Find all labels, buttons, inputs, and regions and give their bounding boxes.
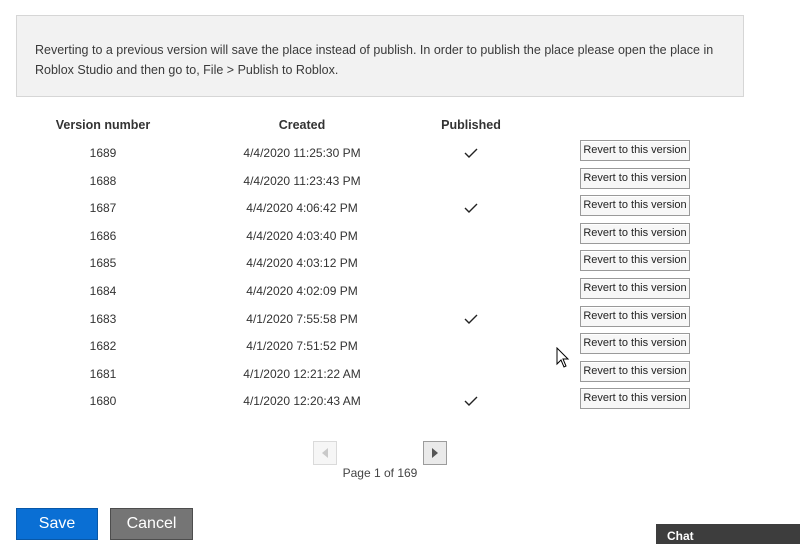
table-row: 1687 4/4/2020 4:06:42 PM Revert to this ve… [0, 195, 800, 225]
version-number-cell: 1681 [89, 366, 117, 381]
published-check-icon [464, 203, 478, 214]
revert-to-version-button[interactable]: Revert to this version [580, 222, 690, 244]
table-row: 1682 4/1/2020 7:51:52 PM Revert to this ve… [0, 333, 800, 363]
created-cell: 4/4/2020 4:03:12 PM [246, 256, 358, 271]
notice-text: Reverting to a previous version will sav… [35, 43, 714, 77]
revert-to-version-button[interactable]: Revert to this version [580, 360, 690, 382]
previous-page-button[interactable] [313, 441, 337, 465]
created-cell: 4/4/2020 4:06:42 PM [246, 201, 358, 216]
chevron-right-icon [432, 448, 438, 458]
version-number-cell: 1686 [89, 228, 117, 243]
version-number-cell: 1684 [89, 284, 117, 298]
chat-bar[interactable]: Chat [656, 524, 800, 544]
revert-to-version-button[interactable]: Revert to this version [580, 278, 690, 299]
version-number-cell: 1682 [89, 339, 117, 354]
version-number-cell: 1687 [89, 201, 117, 216]
header-version-number: Version number [55, 118, 151, 132]
table-row: 1683 4/1/2020 7:55:58 PM Revert to this ve… [0, 305, 800, 336]
created-cell: 4/1/2020 12:20:43 AM [243, 394, 361, 409]
header-published: Published [441, 118, 501, 132]
revert-to-version-button[interactable]: Revert to this version [580, 388, 690, 410]
revert-to-version-button[interactable]: Revert to this version [580, 140, 690, 161]
table-row: 1686 4/4/2020 4:03:40 PM Revert to this ve… [0, 222, 800, 253]
table-row: 1681 4/1/2020 12:21:22 AM Revert to this v… [0, 360, 800, 391]
version-number-cell: 1680 [89, 394, 117, 409]
created-cell: 4/4/2020 11:25:30 PM [243, 146, 361, 160]
created-cell: 4/4/2020 11:23:43 PM [243, 173, 361, 188]
chevron-left-icon [322, 448, 328, 458]
published-check-icon [464, 396, 478, 407]
published-check-icon [464, 148, 478, 158]
created-cell: 4/1/2020 7:51:52 PM [246, 339, 358, 354]
version-number-cell: 1685 [89, 256, 117, 271]
save-button[interactable]: Save [16, 508, 98, 540]
page-indicator: Page 1 of 169 [342, 466, 418, 480]
published-check-icon [464, 314, 478, 324]
created-cell: 4/4/2020 4:03:40 PM [246, 228, 358, 243]
created-cell: 4/1/2020 12:21:22 AM [243, 366, 361, 381]
table-row: 1685 4/4/2020 4:03:12 PM Revert to this ve… [0, 250, 800, 280]
version-number-cell: 1683 [89, 311, 117, 326]
revert-to-version-button[interactable]: Revert to this version [580, 250, 690, 272]
next-page-button[interactable] [423, 441, 447, 465]
revert-to-version-button[interactable]: Revert to this version [580, 333, 690, 355]
revert-to-version-button[interactable]: Revert to this version [580, 167, 690, 189]
created-cell: 4/4/2020 4:02:09 PM [246, 284, 358, 298]
cancel-button[interactable]: Cancel [110, 508, 193, 540]
revert-to-version-button[interactable]: Revert to this version [580, 305, 690, 327]
table-row: 1684 4/4/2020 4:02:09 PM Revert to this ve… [0, 278, 800, 308]
revert-to-version-button[interactable]: Revert to this version [580, 195, 690, 217]
version-number-cell: 1688 [89, 173, 117, 188]
table-row: 1688 4/4/2020 11:23:43 PM Revert to this v… [0, 167, 800, 198]
created-cell: 4/1/2020 7:55:58 PM [246, 311, 358, 326]
header-created: Created [278, 118, 326, 132]
mouse-cursor-icon [556, 347, 570, 368]
table-row: 1689 4/4/2020 11:25:30 PM Revert to this v… [0, 140, 800, 170]
chat-label: Chat [667, 529, 694, 543]
table-row: 1680 4/1/2020 12:20:43 AM Revert to this v… [0, 388, 800, 418]
version-number-cell: 1689 [89, 146, 117, 160]
revert-notice: Reverting to a previous version will sav… [16, 15, 744, 97]
